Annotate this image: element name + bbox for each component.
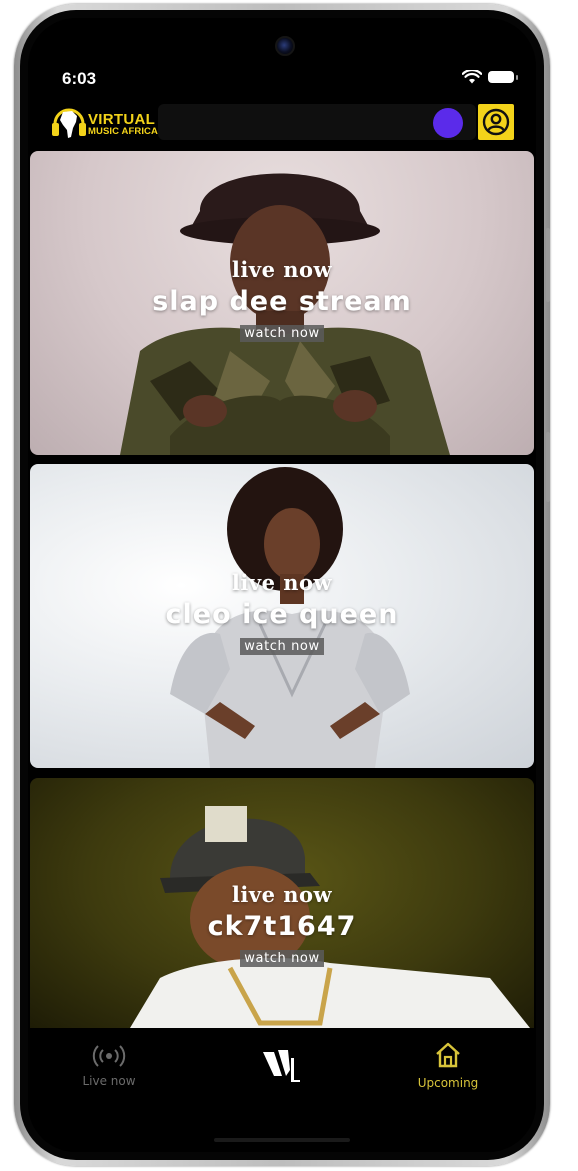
battery-icon	[488, 71, 518, 83]
app-logo[interactable]: VIRTUAL MUSIC AFRICA	[52, 104, 158, 144]
nav-label: Live now	[82, 1074, 136, 1088]
logo-title: VIRTUAL	[88, 110, 156, 128]
wifi-icon	[462, 70, 482, 84]
stream-card-overlay: live now cleo ice queen watch now	[30, 464, 534, 768]
user-circle-icon	[482, 108, 510, 136]
app-header: VIRTUAL MUSIC AFRICA	[28, 104, 536, 150]
watch-now-button[interactable]: watch now	[240, 638, 324, 655]
power-button	[546, 432, 550, 502]
front-camera	[275, 36, 295, 56]
stream-card[interactable]: live now slap dee stream watch now	[30, 151, 534, 455]
profile-button[interactable]	[478, 104, 514, 140]
live-label: live now	[231, 570, 333, 595]
stream-card[interactable]: live now ck7t1647 watch now	[30, 778, 534, 1028]
africa-headphones-icon	[52, 108, 86, 138]
header-bar	[158, 104, 476, 140]
volume-button	[546, 228, 550, 302]
home-icon	[436, 1042, 460, 1068]
app-logo-icon	[263, 1050, 300, 1082]
logo-text: VIRTUAL MUSIC AFRICA	[88, 112, 158, 137]
stream-title: cleo ice queen	[165, 599, 399, 630]
nav-label: Upcoming	[417, 1076, 479, 1090]
logo-subtitle: MUSIC AFRICA	[88, 125, 158, 137]
stream-title: slap dee stream	[152, 286, 412, 317]
home-indicator	[214, 1138, 350, 1142]
screen: 6:03 VIRTUAL MUSIC AFRICA live now slap …	[28, 18, 536, 1152]
broadcast-icon	[92, 1045, 126, 1067]
status-time: 6:03	[62, 69, 97, 88]
stream-card-overlay: live now slap dee stream watch now	[30, 151, 534, 455]
stream-card[interactable]: live now cleo ice queen watch now	[30, 464, 534, 768]
status-icons	[462, 70, 518, 84]
nav-upcoming[interactable]: Upcoming	[408, 1040, 488, 1090]
watch-now-button[interactable]: watch now	[240, 325, 324, 342]
notification-dot[interactable]	[433, 108, 463, 138]
nav-home-logo[interactable]	[256, 1046, 306, 1082]
bottom-nav: Live now Upcoming	[28, 1028, 536, 1152]
stream-title: ck7t1647	[207, 911, 357, 942]
watch-now-button[interactable]: watch now	[240, 950, 324, 967]
nav-live-now[interactable]: Live now	[74, 1044, 144, 1088]
live-label: live now	[231, 257, 333, 282]
live-label: live now	[231, 882, 333, 907]
stream-card-overlay: live now ck7t1647 watch now	[30, 778, 534, 1028]
